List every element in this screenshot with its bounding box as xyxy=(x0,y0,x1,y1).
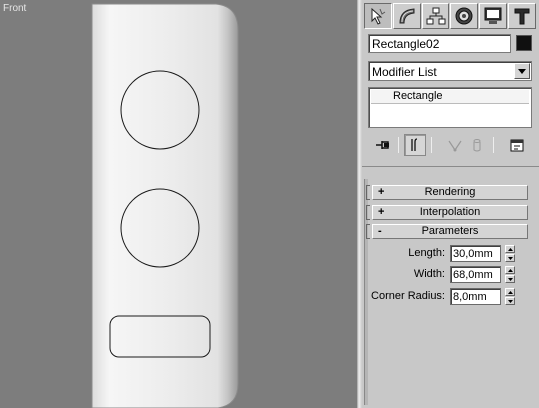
stack-item-rectangle[interactable]: Rectangle xyxy=(371,90,529,104)
stack-item-label: Rectangle xyxy=(393,90,443,102)
dropdown-arrow-button[interactable] xyxy=(514,63,530,79)
width-spin-up[interactable] xyxy=(505,266,515,274)
pin-stack-button[interactable] xyxy=(372,134,394,156)
device-body[interactable] xyxy=(91,3,239,408)
modifier-list-label: Modifier List xyxy=(372,65,437,79)
width-spin-down[interactable] xyxy=(505,275,515,283)
tab-display[interactable] xyxy=(479,3,508,29)
rollout-interpolation[interactable]: + Interpolation xyxy=(372,205,528,220)
display-monitor-icon xyxy=(484,7,502,24)
modify-bend-icon xyxy=(399,8,415,24)
remove-modifier-button[interactable] xyxy=(466,134,488,156)
length-spin-down[interactable] xyxy=(505,254,515,262)
length-spin-up[interactable] xyxy=(505,245,515,253)
command-panel: Modifier List Rectangle xyxy=(362,0,539,408)
rollout-title: Interpolation xyxy=(419,206,481,218)
corner-radius-input[interactable] xyxy=(450,288,501,305)
param-length-label: Length: xyxy=(408,247,445,259)
chevron-up-icon xyxy=(507,290,513,294)
object-color-swatch[interactable] xyxy=(516,35,532,51)
make-unique-button[interactable] xyxy=(444,134,466,156)
length-input[interactable] xyxy=(450,245,501,262)
param-length-row: Length: xyxy=(362,245,532,263)
show-end-result-button[interactable] xyxy=(404,134,426,156)
chevron-down-icon xyxy=(518,68,526,74)
show-end-result-icon xyxy=(411,138,418,151)
trash-can-icon xyxy=(473,139,481,152)
chevron-up-icon xyxy=(507,268,513,272)
viewport-scene[interactable] xyxy=(0,0,357,408)
corner-radius-spin-up[interactable] xyxy=(505,288,515,296)
rollout-edge xyxy=(366,185,370,200)
create-arrow-icon xyxy=(371,7,386,25)
modifier-list-dropdown[interactable]: Modifier List xyxy=(368,61,532,81)
rollout-title: Parameters xyxy=(421,225,479,237)
rollout-rendering[interactable]: + Rendering xyxy=(372,185,528,200)
pin-icon xyxy=(376,141,389,149)
corner-radius-spin-down[interactable] xyxy=(505,297,515,305)
tab-hierarchy[interactable] xyxy=(421,3,450,29)
configure-sets-icon xyxy=(510,139,524,152)
rollout-area[interactable]: + Rendering + Interpolation - Parameters xyxy=(362,166,539,408)
utilities-hammer-icon xyxy=(514,8,530,25)
front-viewport[interactable]: Front xyxy=(0,0,357,408)
hierarchy-icon xyxy=(426,7,446,25)
rollout-title: Rendering xyxy=(424,186,476,198)
width-input[interactable] xyxy=(450,266,501,283)
modifier-stack[interactable]: Rectangle xyxy=(368,87,532,128)
tab-modify[interactable] xyxy=(392,3,421,29)
rollout-edge xyxy=(366,224,370,239)
chevron-down-icon xyxy=(507,277,513,281)
rollout-edge xyxy=(366,205,370,220)
chevron-up-icon xyxy=(507,247,513,251)
param-width-row: Width: xyxy=(362,266,532,284)
param-corner-radius-label: Corner Radius: xyxy=(371,290,445,302)
chevron-down-icon xyxy=(507,256,513,260)
corner-radius-spinner[interactable] xyxy=(505,288,515,305)
configure-modifier-sets-button[interactable] xyxy=(506,134,528,156)
tab-utilities[interactable] xyxy=(508,3,536,29)
make-unique-icon xyxy=(448,140,462,152)
length-spinner[interactable] xyxy=(505,245,515,262)
chevron-down-icon xyxy=(507,299,513,303)
command-panel-tabs xyxy=(364,3,537,29)
width-spinner[interactable] xyxy=(505,266,515,283)
rollout-parameters[interactable]: - Parameters xyxy=(372,224,528,239)
toolbar-separator xyxy=(398,137,399,153)
object-name-input[interactable] xyxy=(368,34,511,53)
tab-create[interactable] xyxy=(364,3,392,29)
viewport-label[interactable]: Front xyxy=(3,3,26,14)
motion-icon xyxy=(455,7,473,25)
tab-motion[interactable] xyxy=(450,3,479,29)
param-width-label: Width: xyxy=(413,268,445,280)
toolbar-separator xyxy=(431,137,432,153)
stack-toolbar xyxy=(368,134,532,156)
toolbar-separator xyxy=(493,137,494,153)
param-corner-radius-row: Corner Radius: xyxy=(362,288,532,306)
